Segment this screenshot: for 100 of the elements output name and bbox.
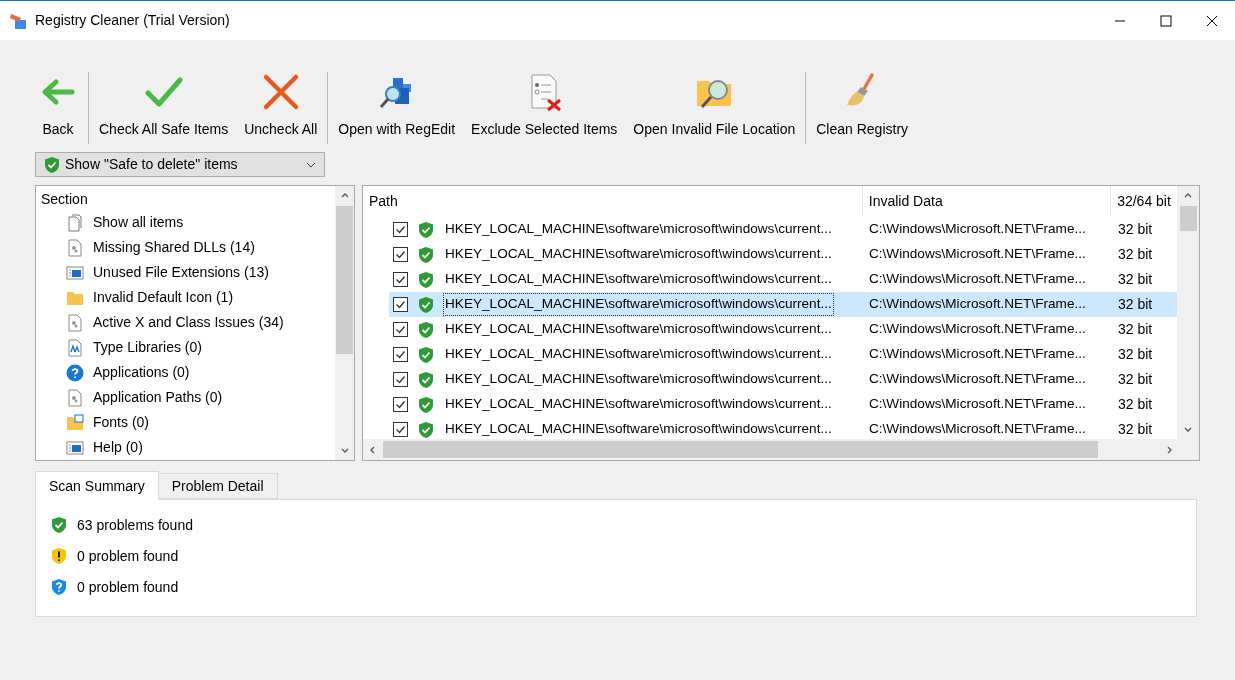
table-row[interactable]: HKEY_LOCAL_MACHINE\software\microsoft\windows\current... C:\Windows\Microsoft.NET\Frame... 32 bit: [389, 342, 1177, 367]
checkbox[interactable]: [393, 247, 408, 262]
checkmark-icon: [395, 399, 406, 410]
table-cell-text: C:\Windows\Microsoft.NET\Frame...: [868, 345, 1087, 364]
checkmark-icon: [395, 274, 406, 285]
table-cell-text: HKEY_LOCAL_MACHINE\software\microsoft\windows\current...: [444, 220, 833, 239]
section-item[interactable]: Show all items: [36, 210, 335, 235]
summary-text: 0 problem found: [77, 577, 179, 597]
table-cell: HKEY_LOCAL_MACHINE\software\microsoft\windows\current...: [444, 294, 833, 315]
shield-check-icon: [417, 295, 435, 314]
table-cell-text: HKEY_LOCAL_MACHINE\software\microsoft\windows\current...: [444, 270, 833, 289]
table-cell-text: 32 bit: [1117, 395, 1154, 414]
shield-check-icon: [417, 220, 435, 239]
section-item[interactable]: Active X and Class Issues (34): [36, 310, 335, 335]
tab[interactable]: Scan Summary: [35, 471, 159, 500]
window-icon: [66, 263, 84, 282]
checkbox[interactable]: [393, 347, 408, 362]
checkmark-icon: [395, 349, 406, 360]
table-cell-text: 32 bit: [1117, 370, 1154, 389]
table-cell-text: C:\Windows\Microsoft.NET\Frame...: [868, 370, 1087, 389]
table-cell-text: C:\Windows\Microsoft.NET\Frame...: [868, 245, 1087, 264]
close-icon[interactable]: [1206, 14, 1218, 27]
checkmark-icon: [395, 374, 406, 385]
gear-document-icon: [66, 313, 84, 332]
checkmark-icon: [395, 424, 406, 435]
section-item[interactable]: Fonts (0): [36, 410, 335, 435]
table-cell-text: HKEY_LOCAL_MACHINE\software\microsoft\windows\current...: [444, 320, 833, 339]
shield-exclamation-icon: [50, 547, 68, 565]
toolbar-button[interactable]: Exclude Selected Items: [463, 72, 626, 144]
table-row[interactable]: HKEY_LOCAL_MACHINE\software\microsoft\windows\current... C:\Windows\Microsoft.NET\Frame... 32 bit: [389, 292, 1177, 317]
checkbox[interactable]: [393, 422, 408, 437]
table-row[interactable]: HKEY_LOCAL_MACHINE\software\microsoft\windows\current... C:\Windows\Microsoft.NET\Frame... 32 bit: [389, 217, 1177, 242]
section-item[interactable]: Invalid Default Icon (1): [36, 285, 335, 310]
table-row[interactable]: HKEY_LOCAL_MACHINE\software\microsoft\windows\current... C:\Windows\Microsoft.NET\Frame... 32 bit: [389, 317, 1177, 342]
table-cell-text: C:\Windows\Microsoft.NET\Frame...: [868, 420, 1087, 439]
checkmark-icon: [395, 224, 406, 235]
column-header[interactable]: Invalid Data: [862, 186, 1112, 217]
shield-check-icon: [417, 420, 435, 439]
section-item[interactable]: Help (0): [36, 435, 335, 460]
checkbox[interactable]: [393, 272, 408, 287]
summary-text: 63 problems found: [77, 515, 193, 535]
section-item[interactable]: Application Paths (0): [36, 385, 335, 410]
maximize-icon[interactable]: [1160, 14, 1172, 27]
window-title: Registry Cleaner (Trial Version): [35, 11, 230, 30]
section-item[interactable]: Missing Shared DLLs (14): [36, 235, 335, 260]
gear-document-icon: [66, 238, 84, 257]
toolbar-button[interactable]: Check All Safe Items: [91, 72, 237, 144]
folder-icon: [66, 413, 84, 432]
table-cell-text: 32 bit: [1117, 295, 1154, 314]
gear-document-icon: [66, 388, 84, 407]
shield-check-icon: [417, 245, 435, 264]
checkmark-icon: [395, 249, 406, 260]
shield-check-icon: [50, 516, 68, 534]
column-header[interactable]: Path: [363, 186, 863, 217]
table-cell-text: 32 bit: [1117, 220, 1154, 239]
column-header: Section: [40, 190, 89, 209]
toolbar-button[interactable]: Back: [30, 72, 86, 144]
summary-text: 0 problem found: [77, 546, 179, 566]
shield-check-icon: [417, 370, 435, 389]
shield-question-icon: [50, 578, 68, 596]
table-row[interactable]: HKEY_LOCAL_MACHINE\software\microsoft\windows\current... C:\Windows\Microsoft.NET\Frame... 32 bit: [389, 367, 1177, 392]
table-cell-text: C:\Windows\Microsoft.NET\Frame...: [868, 295, 1087, 314]
help-icon: [66, 363, 84, 382]
table-row[interactable]: HKEY_LOCAL_MACHINE\software\microsoft\windows\current... C:\Windows\Microsoft.NET\Frame... 32 bit: [389, 267, 1177, 292]
table-cell-text: HKEY_LOCAL_MACHINE\software\microsoft\windows\current...: [444, 345, 833, 364]
section-item[interactable]: Type Libraries (0): [36, 335, 335, 360]
toolbar-button[interactable]: Uncheck All: [236, 72, 326, 144]
table-cell-text: 32 bit: [1117, 420, 1154, 439]
table-cell-text: C:\Windows\Microsoft.NET\Frame...: [868, 320, 1087, 339]
shield-check-icon: [417, 320, 435, 339]
table-cell-text: 32 bit: [1117, 245, 1154, 264]
checkmark-icon: [395, 324, 406, 335]
checkbox[interactable]: [393, 372, 408, 387]
toolbar-button[interactable]: Open Invalid File Location: [625, 72, 804, 144]
table-cell-text: HKEY_LOCAL_MACHINE\software\microsoft\windows\current...: [444, 395, 833, 414]
toolbar-button[interactable]: Open with RegEdit: [330, 72, 464, 144]
column-header[interactable]: 32/64 bit: [1111, 186, 1177, 217]
checkbox[interactable]: [393, 297, 408, 312]
table-cell-text: 32 bit: [1117, 320, 1154, 339]
section-item[interactable]: Applications (0): [36, 360, 335, 385]
toolbar-button[interactable]: Clean Registry: [808, 72, 917, 144]
table-cell-text: HKEY_LOCAL_MACHINE\software\microsoft\windows\current...: [444, 420, 833, 439]
shield-check-icon: [417, 270, 435, 289]
table-cell-text: HKEY_LOCAL_MACHINE\software\microsoft\windows\current...: [444, 245, 833, 264]
section-item[interactable]: Unused File Extensions (13): [36, 260, 335, 285]
table-cell-text: C:\Windows\Microsoft.NET\Frame...: [868, 220, 1087, 239]
table-cell-text: C:\Windows\Microsoft.NET\Frame...: [868, 395, 1087, 414]
table-cell-text: HKEY_LOCAL_MACHINE\software\microsoft\windows\current...: [444, 370, 833, 389]
table-row[interactable]: HKEY_LOCAL_MACHINE\software\microsoft\windows\current... C:\Windows\Microsoft.NET\Frame... 32 bit: [389, 417, 1177, 439]
table-row[interactable]: HKEY_LOCAL_MACHINE\software\microsoft\windows\current... C:\Windows\Microsoft.NET\Frame... 32 bit: [389, 392, 1177, 417]
checkmark-icon: [395, 299, 406, 310]
window-icon: [66, 438, 84, 457]
table-row[interactable]: HKEY_LOCAL_MACHINE\software\microsoft\windows\current... C:\Windows\Microsoft.NET\Frame... 32 bit: [389, 242, 1177, 267]
checkbox[interactable]: [393, 222, 408, 237]
checkbox[interactable]: [393, 322, 408, 337]
shield-check-icon: [417, 345, 435, 364]
shield-check-icon: [43, 155, 61, 174]
checkbox[interactable]: [393, 397, 408, 412]
filter-dropdown[interactable]: Show "Safe to delete" items: [35, 152, 325, 177]
tab[interactable]: Problem Detail: [157, 473, 278, 499]
